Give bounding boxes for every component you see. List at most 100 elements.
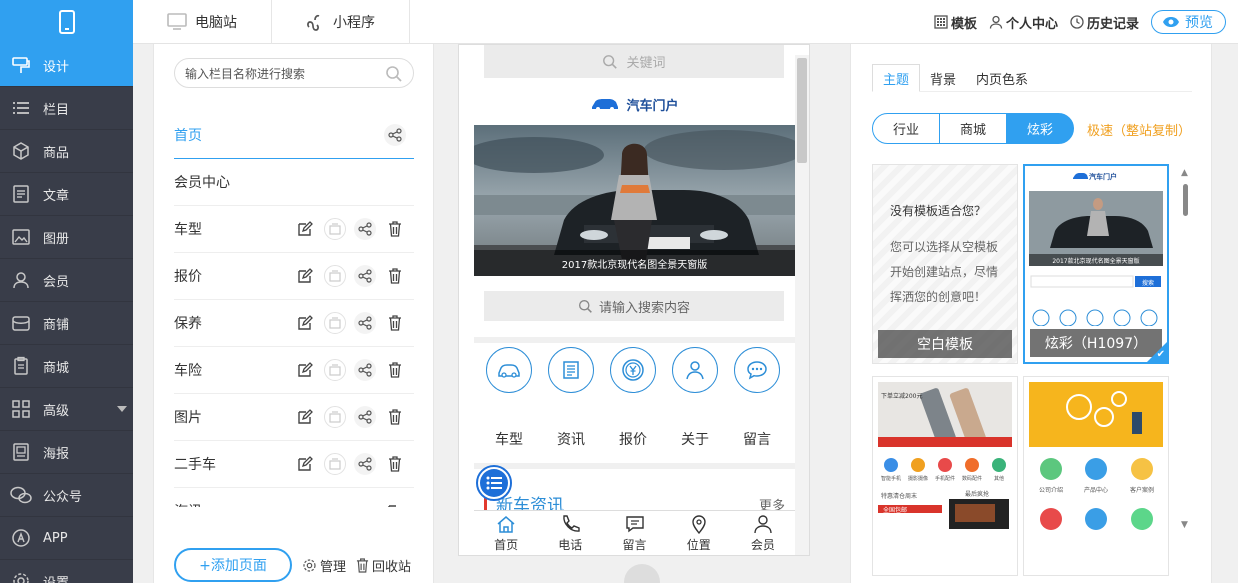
segment-mall[interactable]: 商城 — [939, 113, 1007, 144]
sidebar-item-posters[interactable]: 海报 — [0, 431, 133, 474]
floating-menu-button[interactable] — [476, 465, 512, 501]
edit-icon[interactable] — [384, 500, 406, 507]
share-icon[interactable] — [384, 124, 406, 146]
template-card[interactable]: 下单立减200元 智能手机 摄影摄像 手机配件 数码配件 其他 特惠清仓周末 最… — [872, 376, 1018, 576]
column-item-member-center[interactable]: 会员中心 — [174, 159, 414, 206]
share-icon[interactable] — [354, 406, 376, 428]
column-item[interactable]: 车险 — [174, 347, 414, 394]
copy-icon[interactable] — [324, 312, 346, 334]
copy-icon[interactable] — [324, 359, 346, 381]
edit-icon[interactable] — [294, 218, 316, 240]
site-logo[interactable]: 汽车门户 — [474, 93, 795, 115]
search-icon — [603, 54, 618, 69]
edit-icon[interactable] — [294, 359, 316, 381]
tab-background[interactable]: 背景 — [920, 64, 966, 92]
search-icon[interactable] — [385, 65, 403, 83]
fast-copy-link[interactable]: 极速（整站复制） — [1087, 120, 1191, 139]
template-scrollbar[interactable]: ▲ ▼ — [1178, 164, 1192, 534]
sidebar-item-app[interactable]: APP — [0, 517, 133, 560]
trash-icon[interactable] — [384, 406, 406, 428]
manage-link[interactable]: 管理 — [302, 556, 346, 575]
preview-search-bar[interactable]: 关键词 — [484, 45, 784, 78]
edit-icon[interactable] — [294, 265, 316, 287]
segment-colorful[interactable]: 炫彩 — [1006, 113, 1074, 144]
trash-icon[interactable] — [384, 312, 406, 334]
sidebar-item-products[interactable]: 商品 — [0, 130, 133, 173]
column-item[interactable]: 报价 — [174, 253, 414, 300]
recycle-bin-link[interactable]: 回收站 — [356, 556, 411, 575]
add-page-button[interactable]: +添加页面 — [174, 548, 292, 582]
template-card-selected[interactable]: 汽车门户 2017款北京现代名图全景天窗版 搜索 炫彩（H1097） ✔ — [1023, 164, 1169, 364]
sidebar-item-design[interactable]: 设计 — [0, 44, 133, 87]
share-icon[interactable] — [354, 218, 376, 240]
copy-icon[interactable] — [324, 265, 346, 287]
template-card-blank[interactable]: 没有模板适合您？ 您可以选择从空模板开始创建站点，尽情挥洒您的创意吧！ 空白模板 — [872, 164, 1018, 364]
share-icon[interactable] — [354, 312, 376, 334]
tab-location[interactable]: 位置 — [667, 511, 731, 555]
template-label: 空白模板 — [878, 330, 1012, 358]
scrollbar-thumb[interactable] — [1183, 184, 1188, 216]
wechat-icon — [10, 484, 32, 506]
sidebar-item-shops[interactable]: 商铺 — [0, 302, 133, 345]
news-icon — [548, 347, 594, 393]
edit-icon[interactable] — [294, 406, 316, 428]
car-icon — [486, 347, 532, 393]
sidebar-item-albums[interactable]: 图册 — [0, 216, 133, 259]
sidebar-item-mall[interactable]: 商城 — [0, 345, 133, 388]
chevron-down-icon[interactable]: ▼ — [1181, 520, 1188, 530]
share-icon[interactable] — [354, 453, 376, 475]
tab-member[interactable]: 会员 — [731, 511, 795, 555]
column-item[interactable]: 二手车 — [174, 441, 414, 488]
chevron-up-icon[interactable]: ▲ — [1181, 168, 1188, 178]
tab-phone[interactable]: 电话 — [538, 511, 602, 555]
mobile-device-button[interactable] — [0, 0, 133, 44]
sidebar-item-members[interactable]: 会员 — [0, 259, 133, 302]
column-list: 首页 会员中心 车型 报价 保养 车险 图片 二手车 — [174, 112, 414, 507]
column-item[interactable]: 图片 — [174, 394, 414, 441]
tab-inner-color[interactable]: 内页色系 — [966, 64, 1038, 92]
scrollbar-thumb[interactable] — [797, 58, 807, 163]
tab-home[interactable]: 首页 — [474, 511, 538, 555]
sidebar-item-settings[interactable]: 设置 — [0, 560, 133, 583]
nav-item-about[interactable]: 关于 — [664, 347, 726, 449]
sidebar-item-articles[interactable]: 文章 — [0, 173, 133, 216]
column-item[interactable]: 车型 — [174, 206, 414, 253]
sidebar-item-wechat[interactable]: 公众号 — [0, 474, 133, 517]
drag-handle[interactable] — [624, 564, 660, 583]
template-card[interactable]: 公司介绍 产品中心 客户案例 — [1023, 376, 1169, 576]
share-icon[interactable] — [354, 359, 376, 381]
banner-image[interactable]: 2017款北京现代名图全景天窗版 — [474, 125, 795, 276]
tab-mini-program[interactable]: 小程序 — [305, 0, 375, 44]
preview-scrollbar[interactable] — [795, 55, 809, 555]
trash-icon[interactable] — [384, 265, 406, 287]
history-link[interactable]: 历史记录 — [1070, 13, 1139, 32]
column-item-home[interactable]: 首页 — [174, 112, 414, 159]
share-icon[interactable] — [354, 265, 376, 287]
tab-pc-site[interactable]: 电脑站 — [167, 0, 237, 44]
column-item[interactable]: 保养 — [174, 300, 414, 347]
edit-icon[interactable] — [294, 453, 316, 475]
trash-icon[interactable] — [384, 218, 406, 240]
personal-center-link[interactable]: 个人中心 — [989, 13, 1058, 32]
sidebar-item-advanced[interactable]: 高级 — [0, 388, 133, 431]
tab-theme[interactable]: 主题 — [872, 64, 921, 92]
content-search-bar[interactable]: 请输入搜索内容 — [484, 291, 784, 321]
column-item[interactable]: 汽讯 — [174, 488, 414, 507]
segment-industry[interactable]: 行业 — [872, 113, 940, 144]
nav-item-car-models[interactable]: 车型 — [478, 347, 540, 449]
trash-icon[interactable] — [384, 359, 406, 381]
trash-icon[interactable] — [384, 453, 406, 475]
copy-icon[interactable] — [324, 218, 346, 240]
sidebar-item-columns[interactable]: 栏目 — [0, 87, 133, 130]
nav-item-message[interactable]: 留言 — [726, 347, 788, 449]
edit-icon[interactable] — [294, 312, 316, 334]
column-search-input[interactable]: 输入栏目名称进行搜索 — [174, 58, 414, 88]
theme-tabs: 主题 背景 内页色系 — [872, 64, 1192, 92]
copy-icon[interactable] — [324, 453, 346, 475]
template-link[interactable]: 模板 — [934, 13, 977, 32]
nav-item-news[interactable]: 资讯 — [540, 347, 602, 449]
nav-item-price[interactable]: 报价 — [602, 347, 664, 449]
tab-message[interactable]: 留言 — [602, 511, 666, 555]
preview-button[interactable]: 预览 — [1151, 10, 1226, 34]
copy-icon[interactable] — [324, 406, 346, 428]
